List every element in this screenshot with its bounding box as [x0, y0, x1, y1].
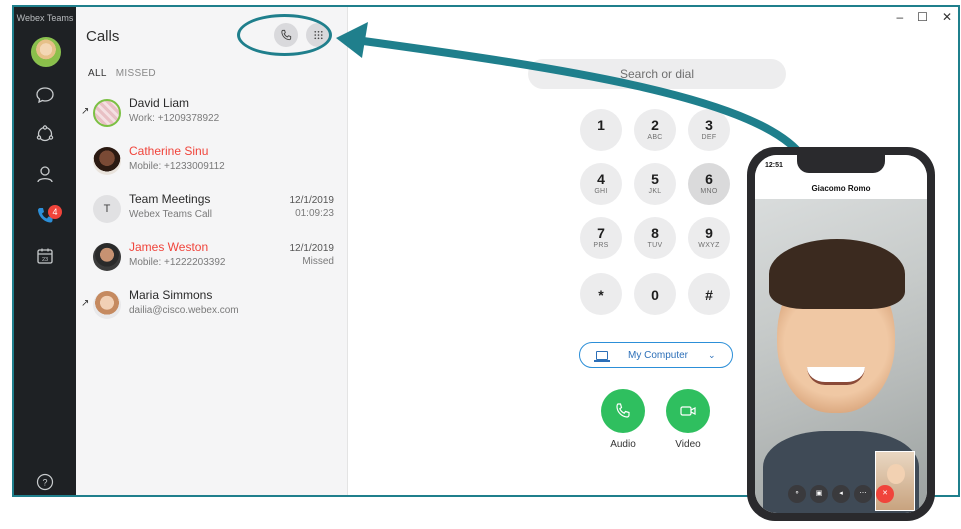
svg-text:?: ? [42, 478, 47, 488]
computer-icon [594, 350, 610, 362]
minimize-button[interactable]: – [896, 10, 903, 24]
contact-name: David Liam [129, 96, 190, 110]
key-star[interactable]: * [580, 273, 622, 315]
mute-icon[interactable]: ⚬ [788, 485, 806, 503]
key-7[interactable]: 7 PRS [580, 217, 622, 259]
contact-detail: Webex Teams Call [129, 209, 212, 220]
call-row[interactable]: ↗ Maria Simmons dailia@cisco.webex.com [76, 287, 348, 333]
mobile-phone-mockup: 12:51 Giacomo Romo ⚬ ▣ ◂ ⋯ ✕ [747, 147, 935, 521]
chevron-down-icon: ⌄ [708, 349, 716, 360]
device-label: My Computer [628, 349, 689, 361]
phone-call-controls: ⚬ ▣ ◂ ⋯ ✕ [755, 485, 927, 507]
contact-name: James Weston [129, 240, 209, 254]
key-5[interactable]: 5 JKL [634, 163, 676, 205]
video-toggle-icon[interactable]: ▣ [810, 485, 828, 503]
call-row[interactable]: Catherine Sinu Mobile: +1233009112 [76, 143, 348, 189]
device-selector[interactable]: My Computer ⌄ [579, 342, 733, 368]
contact-detail: Mobile: +1233009112 [129, 161, 225, 172]
contacts-icon[interactable] [33, 162, 57, 186]
highlight-ring [237, 14, 332, 56]
contact-detail: Work: +1209378922 [129, 113, 220, 124]
video-call-button[interactable] [666, 389, 710, 433]
contact-name: Team Meetings [129, 192, 211, 206]
outgoing-arrow-icon: ↗ [81, 298, 90, 309]
svg-text:23: 23 [42, 257, 48, 263]
phone-clock: 12:51 [765, 162, 783, 169]
video-camera-icon [680, 406, 696, 416]
window-controls: – ☐ ✕ [896, 10, 952, 24]
contact-name: Maria Simmons [129, 288, 213, 302]
remote-video [755, 199, 927, 513]
tutorial-screenshot: Webex Teams 4 23 ? Calls ALL MISSED ↗ Da… [0, 0, 961, 529]
app-name: Webex Teams [16, 13, 74, 23]
call-duration: 01:09:23 [295, 208, 334, 219]
call-status: Missed [302, 256, 334, 267]
end-call-icon[interactable]: ✕ [876, 485, 894, 503]
outgoing-arrow-icon: ↗ [81, 106, 90, 117]
calls-list-pane: Calls ALL MISSED ↗ David Liam Work: +120… [76, 7, 348, 495]
key-0[interactable]: 0 [634, 273, 676, 315]
call-row[interactable]: James Weston Mobile: +1222203392 12/1/20… [76, 239, 348, 285]
phone-screen: 12:51 Giacomo Romo ⚬ ▣ ◂ ⋯ ✕ [755, 155, 927, 513]
more-icon[interactable]: ⋯ [854, 485, 872, 503]
avatar-initial: T [93, 195, 121, 223]
teams-icon[interactable] [33, 122, 57, 146]
tab-missed[interactable]: MISSED [116, 68, 156, 79]
call-date: 12/1/2019 [289, 195, 335, 206]
caller-smile [807, 367, 865, 385]
phone-notch [797, 155, 885, 173]
key-8[interactable]: 8 TUV [634, 217, 676, 259]
calls-badge: 4 [48, 205, 62, 219]
caller-hair [769, 239, 905, 309]
video-label: Video [675, 439, 701, 450]
call-row[interactable]: ↗ David Liam Work: +1209378922 [76, 95, 348, 141]
key-4[interactable]: 4 GHI [580, 163, 622, 205]
calendar-icon[interactable]: 23 [33, 244, 57, 268]
caller-name: Giacomo Romo [811, 184, 871, 193]
avatar [93, 147, 121, 175]
help-icon[interactable]: ? [33, 470, 57, 494]
key-9[interactable]: 9 WXYZ [688, 217, 730, 259]
key-1[interactable]: 1 [580, 109, 622, 151]
tab-all[interactable]: ALL [88, 68, 107, 79]
speaker-icon[interactable]: ◂ [832, 485, 850, 503]
messages-icon[interactable] [33, 83, 57, 107]
contact-detail: Mobile: +1222203392 [129, 257, 226, 268]
nav-rail: Webex Teams 4 23 ? [14, 7, 76, 495]
audio-label: Audio [610, 439, 636, 450]
key-hash[interactable]: # [688, 273, 730, 315]
contact-detail: dailia@cisco.webex.com [129, 305, 239, 316]
filter-tabs: ALL MISSED [88, 68, 162, 79]
key-3[interactable]: 3 DEF [688, 109, 730, 151]
key-6[interactable]: 6 MNO [688, 163, 730, 205]
pane-title: Calls [86, 28, 120, 45]
close-button[interactable]: ✕ [942, 10, 952, 24]
audio-call-button[interactable] [601, 389, 645, 433]
search-or-dial-input[interactable]: Search or dial [528, 59, 786, 89]
call-date: 12/1/2019 [289, 243, 335, 254]
avatar [93, 99, 121, 127]
avatar [93, 243, 121, 271]
key-2[interactable]: 2 ABC [634, 109, 676, 151]
call-row[interactable]: T Team Meetings Webex Teams Call 12/1/20… [76, 191, 348, 237]
maximize-button[interactable]: ☐ [917, 10, 928, 24]
phone-icon [616, 403, 630, 418]
user-avatar[interactable] [31, 37, 61, 67]
avatar [93, 291, 121, 319]
contact-name: Catherine Sinu [129, 144, 209, 158]
